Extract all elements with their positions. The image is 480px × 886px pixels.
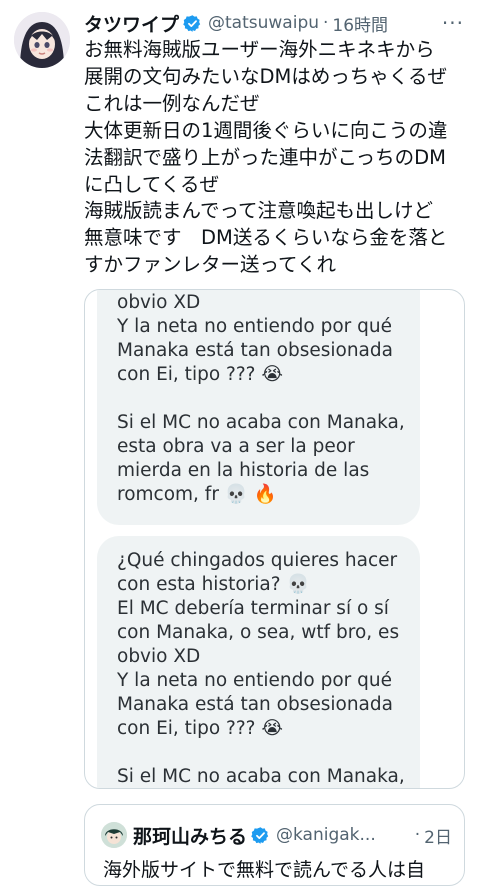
dm-line <box>117 387 412 411</box>
verified-badge-icon <box>251 826 269 844</box>
tweet-header: タツワイプ @tatsuwaipu · 16時間 ··· <box>84 10 464 36</box>
avatar-illustration <box>14 12 70 68</box>
tweet-text-line: お無料海賊版ユーザー海外ニキネキから <box>84 38 435 61</box>
dm-message-bubble: ¿Qué chingados quieres hacer con esta hi… <box>97 536 420 788</box>
dm-message-bubble: obvio XD Y la neta no entiendo por qué M… <box>97 290 420 525</box>
verified-badge-icon <box>183 14 201 32</box>
dm-line: Si el MC no acaba con Manaka, <box>117 766 405 787</box>
dm-line: con esta historia? 💀 <box>117 574 310 595</box>
dm-line: romcom, fr 💀 🔥 <box>117 484 277 505</box>
more-icon[interactable]: ··· <box>442 11 464 35</box>
separator-dot: · <box>414 825 421 845</box>
tweet-text-line: これは一例なんだぜ <box>84 91 260 115</box>
author-name[interactable]: タツワイプ <box>84 10 179 37</box>
dm-line: con Ei, tipo ??? 😭 <box>117 718 283 739</box>
dm-line: obvio XD <box>117 646 201 667</box>
dm-line: mierda en la historia de las <box>117 460 370 481</box>
dm-line: Manaka está tan obsesionada <box>117 340 393 361</box>
author-handle[interactable]: @tatsuwaipu <box>208 13 319 33</box>
tweet-text-line: 海賊版読まんでって注意喚起も出しけど <box>84 199 434 223</box>
dm-line: Y la neta no entiendo por qué <box>117 316 392 337</box>
quote-tweet[interactable]: 那珂山みちる @kanigak... · 2日 海外版サイトで無料で読んでる人は… <box>84 804 465 886</box>
dm-line: Manaka está tan obsesionada <box>117 694 393 715</box>
quote-avatar[interactable] <box>101 822 127 848</box>
tweet-text-line: 無意味です DM送るくらいなら金を落と <box>84 226 448 250</box>
dm-line: con Ei, tipo ??? 😭 <box>117 364 283 385</box>
dm-line: Si el MC no acaba con Manaka, <box>117 412 405 433</box>
separator-dot: · <box>323 13 329 33</box>
dm-line: con Manaka, o sea, wtf bro, es <box>117 622 400 643</box>
dm-line: ¿Qué chingados quieres hacer <box>117 550 398 571</box>
tweet-timestamp[interactable]: 16時間 <box>332 11 388 36</box>
quote-author-name[interactable]: 那珂山みちる <box>133 822 247 849</box>
tweet-text-line: 大体更新日の1週間後ぐらいに向こうの違 <box>84 118 448 142</box>
tweet-text-line: 展開の文句みたいなDMはめっちゃくるぜ <box>84 64 447 88</box>
quote-author-handle[interactable]: @kanigak... <box>276 825 376 845</box>
quote-avatar-illustration <box>101 822 127 848</box>
tweet-text: お無料海賊版ユーザー海外ニキネキから 展開の文句みたいなDMはめっちゃくるぜ こ… <box>84 37 470 279</box>
avatar[interactable] <box>14 12 70 68</box>
tweet-text-line: に凸してくるぜ <box>84 172 219 196</box>
quote-text: 海外版サイトで無料で読んでる人は自 <box>103 859 426 881</box>
quote-timestamp[interactable]: 2日 <box>424 823 452 848</box>
dm-line: El MC debería terminar sí o sí <box>117 598 389 619</box>
tweet-text-line: 法翻訳で盛り上がった連中がこっちのDM <box>84 145 446 169</box>
dm-line: esta obra va a ser la peor <box>117 436 355 457</box>
tweet-text-line: すかファンレター送ってくれ <box>84 253 336 277</box>
dm-line: Y la neta no entiendo por qué <box>117 670 392 691</box>
quote-header: 那珂山みちる @kanigak... · 2日 <box>133 821 452 849</box>
dm-line: obvio XD <box>117 292 201 313</box>
dm-line <box>117 741 412 765</box>
attached-image[interactable]: obvio XD Y la neta no entiendo por qué M… <box>84 289 465 789</box>
